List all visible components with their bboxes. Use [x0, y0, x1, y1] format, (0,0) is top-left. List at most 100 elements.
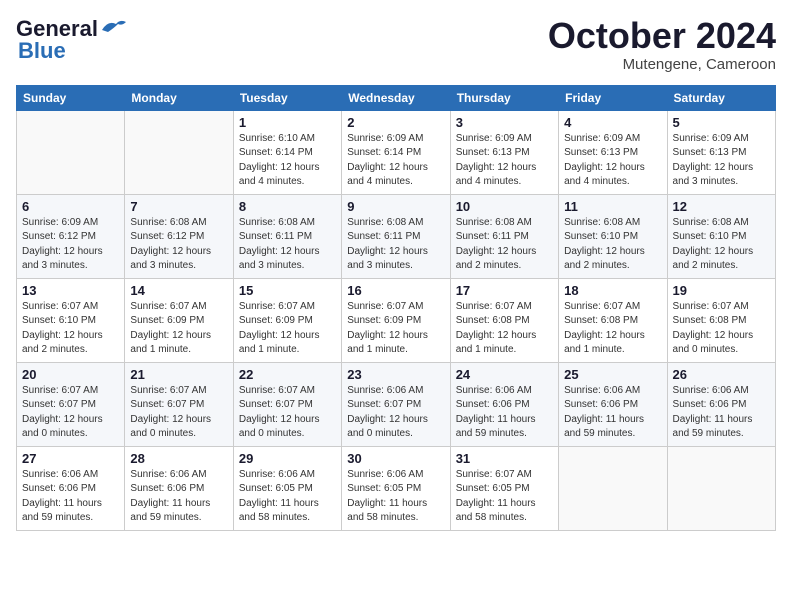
calendar-cell: 8Sunrise: 6:08 AM Sunset: 6:11 PM Daylig… — [233, 194, 341, 278]
weekday-header-thursday: Thursday — [450, 85, 558, 110]
location: Mutengene, Cameroon — [548, 56, 776, 73]
day-number: 24 — [456, 367, 553, 382]
day-info: Sunrise: 6:06 AM Sunset: 6:06 PM Dayligh… — [130, 468, 227, 526]
day-info: Sunrise: 6:07 AM Sunset: 6:08 PM Dayligh… — [564, 300, 661, 358]
calendar-cell: 12 Sunrise: 6:08 AM Sunset: 6:10 PM Dayli… — [667, 194, 775, 278]
day-number: 12 — [673, 199, 770, 214]
day-number: 15 — [239, 283, 336, 298]
weekday-header-friday: Friday — [559, 85, 667, 110]
calendar-table: SundayMondayTuesdayWednesdayThursdayFrid… — [16, 85, 776, 531]
calendar-cell: 13Sunrise: 6:07 AM Sunset: 6:10 PM Dayli… — [17, 278, 125, 362]
day-number: 4 — [564, 115, 661, 130]
calendar-cell: 6 Sunrise: 6:09 AM Sunset: 6:12 PM Daylig… — [17, 194, 125, 278]
calendar-cell: 9 Sunrise: 6:08 AM Sunset: 6:11 PM Daylig… — [342, 194, 450, 278]
day-info: Sunrise: 6:07 AM Sunset: 6:08 PM Dayligh… — [456, 300, 553, 358]
day-number: 14 — [130, 283, 227, 298]
day-info: Sunrise: 6:07 AM Sunset: 6:09 PM Dayligh… — [130, 300, 227, 358]
day-info: Sunrise: 6:07 AM Sunset: 6:05 PM Dayligh… — [456, 468, 553, 526]
day-number: 31 — [456, 451, 553, 466]
day-number: 3 — [456, 115, 553, 130]
calendar-cell: 2 Sunrise: 6:09 AM Sunset: 6:14 PM Daylig… — [342, 110, 450, 194]
day-number: 9 — [347, 199, 444, 214]
calendar-cell — [559, 446, 667, 530]
day-info: Sunrise: 6:08 AM Sunset: 6:11 PM Dayligh… — [239, 216, 336, 274]
calendar-cell: 20Sunrise: 6:07 AM Sunset: 6:07 PM Dayli… — [17, 362, 125, 446]
day-info: Sunrise: 6:06 AM Sunset: 6:05 PM Dayligh… — [347, 468, 444, 526]
title-block: October 2024 Mutengene, Cameroon — [548, 16, 776, 73]
day-info: Sunrise: 6:06 AM Sunset: 6:06 PM Dayligh… — [673, 384, 770, 442]
calendar-cell: 23 Sunrise: 6:06 AM Sunset: 6:07 PM Dayli… — [342, 362, 450, 446]
day-info: Sunrise: 6:06 AM Sunset: 6:06 PM Dayligh… — [564, 384, 661, 442]
day-info: Sunrise: 6:08 AM Sunset: 6:12 PM Dayligh… — [130, 216, 227, 274]
day-number: 22 — [239, 367, 336, 382]
day-number: 1 — [239, 115, 336, 130]
calendar-cell: 3 Sunrise: 6:09 AM Sunset: 6:13 PM Daylig… — [450, 110, 558, 194]
calendar-cell: 11 Sunrise: 6:08 AM Sunset: 6:10 PM Dayli… — [559, 194, 667, 278]
calendar-cell: 29 Sunrise: 6:06 AM Sunset: 6:05 PM Dayli… — [233, 446, 341, 530]
calendar-cell: 19 Sunrise: 6:07 AM Sunset: 6:08 PM Dayli… — [667, 278, 775, 362]
weekday-header-monday: Monday — [125, 85, 233, 110]
weekday-header-saturday: Saturday — [667, 85, 775, 110]
calendar-cell: 4 Sunrise: 6:09 AM Sunset: 6:13 PM Daylig… — [559, 110, 667, 194]
day-info: Sunrise: 6:10 AM Sunset: 6:14 PM Dayligh… — [239, 132, 336, 190]
day-number: 21 — [130, 367, 227, 382]
day-number: 18 — [564, 283, 661, 298]
day-number: 27 — [22, 451, 119, 466]
calendar-cell — [125, 110, 233, 194]
calendar-cell: 30Sunrise: 6:06 AM Sunset: 6:05 PM Dayli… — [342, 446, 450, 530]
day-number: 23 — [347, 367, 444, 382]
day-info: Sunrise: 6:06 AM Sunset: 6:06 PM Dayligh… — [22, 468, 119, 526]
day-number: 2 — [347, 115, 444, 130]
day-number: 7 — [130, 199, 227, 214]
calendar-cell: 16 Sunrise: 6:07 AM Sunset: 6:09 PM Dayli… — [342, 278, 450, 362]
day-info: Sunrise: 6:06 AM Sunset: 6:06 PM Dayligh… — [456, 384, 553, 442]
weekday-header-sunday: Sunday — [17, 85, 125, 110]
day-info: Sunrise: 6:09 AM Sunset: 6:13 PM Dayligh… — [673, 132, 770, 190]
day-info: Sunrise: 6:07 AM Sunset: 6:10 PM Dayligh… — [22, 300, 119, 358]
day-number: 5 — [673, 115, 770, 130]
day-number: 10 — [456, 199, 553, 214]
day-info: Sunrise: 6:08 AM Sunset: 6:10 PM Dayligh… — [673, 216, 770, 274]
day-info: Sunrise: 6:06 AM Sunset: 6:07 PM Dayligh… — [347, 384, 444, 442]
calendar-cell: 27 Sunrise: 6:06 AM Sunset: 6:06 PM Dayli… — [17, 446, 125, 530]
day-info: Sunrise: 6:09 AM Sunset: 6:13 PM Dayligh… — [564, 132, 661, 190]
day-number: 16 — [347, 283, 444, 298]
calendar-cell: 14 Sunrise: 6:07 AM Sunset: 6:09 PM Dayli… — [125, 278, 233, 362]
day-info: Sunrise: 6:08 AM Sunset: 6:11 PM Dayligh… — [347, 216, 444, 274]
calendar-cell: 28 Sunrise: 6:06 AM Sunset: 6:06 PM Dayli… — [125, 446, 233, 530]
day-number: 26 — [673, 367, 770, 382]
logo-bird-icon — [100, 16, 128, 36]
day-number: 6 — [22, 199, 119, 214]
weekday-header-wednesday: Wednesday — [342, 85, 450, 110]
day-info: Sunrise: 6:09 AM Sunset: 6:12 PM Dayligh… — [22, 216, 119, 274]
day-info: Sunrise: 6:09 AM Sunset: 6:13 PM Dayligh… — [456, 132, 553, 190]
day-info: Sunrise: 6:07 AM Sunset: 6:08 PM Dayligh… — [673, 300, 770, 358]
day-info: Sunrise: 6:07 AM Sunset: 6:09 PM Dayligh… — [347, 300, 444, 358]
day-info: Sunrise: 6:09 AM Sunset: 6:14 PM Dayligh… — [347, 132, 444, 190]
calendar-cell: 7 Sunrise: 6:08 AM Sunset: 6:12 PM Daylig… — [125, 194, 233, 278]
day-number: 19 — [673, 283, 770, 298]
calendar-cell — [667, 446, 775, 530]
day-info: Sunrise: 6:08 AM Sunset: 6:10 PM Dayligh… — [564, 216, 661, 274]
calendar-cell: 18 Sunrise: 6:07 AM Sunset: 6:08 PM Dayli… — [559, 278, 667, 362]
day-number: 11 — [564, 199, 661, 214]
calendar-cell: 22Sunrise: 6:07 AM Sunset: 6:07 PM Dayli… — [233, 362, 341, 446]
day-info: Sunrise: 6:06 AM Sunset: 6:05 PM Dayligh… — [239, 468, 336, 526]
day-info: Sunrise: 6:07 AM Sunset: 6:09 PM Dayligh… — [239, 300, 336, 358]
calendar-cell: 10 Sunrise: 6:08 AM Sunset: 6:11 PM Dayli… — [450, 194, 558, 278]
day-number: 25 — [564, 367, 661, 382]
calendar-cell: 31 Sunrise: 6:07 AM Sunset: 6:05 PM Dayli… — [450, 446, 558, 530]
day-number: 17 — [456, 283, 553, 298]
calendar-cell: 24 Sunrise: 6:06 AM Sunset: 6:06 PM Dayli… — [450, 362, 558, 446]
day-number: 28 — [130, 451, 227, 466]
calendar-cell: 21Sunrise: 6:07 AM Sunset: 6:07 PM Dayli… — [125, 362, 233, 446]
logo-blue: Blue — [18, 38, 66, 64]
calendar-cell: 17 Sunrise: 6:07 AM Sunset: 6:08 PM Dayli… — [450, 278, 558, 362]
calendar-cell — [17, 110, 125, 194]
logo: General Blue — [16, 16, 128, 64]
day-info: Sunrise: 6:07 AM Sunset: 6:07 PM Dayligh… — [22, 384, 119, 442]
day-info: Sunrise: 6:08 AM Sunset: 6:11 PM Dayligh… — [456, 216, 553, 274]
day-number: 29 — [239, 451, 336, 466]
calendar-cell: 25 Sunrise: 6:06 AM Sunset: 6:06 PM Dayli… — [559, 362, 667, 446]
calendar-cell: 15 Sunrise: 6:07 AM Sunset: 6:09 PM Dayli… — [233, 278, 341, 362]
